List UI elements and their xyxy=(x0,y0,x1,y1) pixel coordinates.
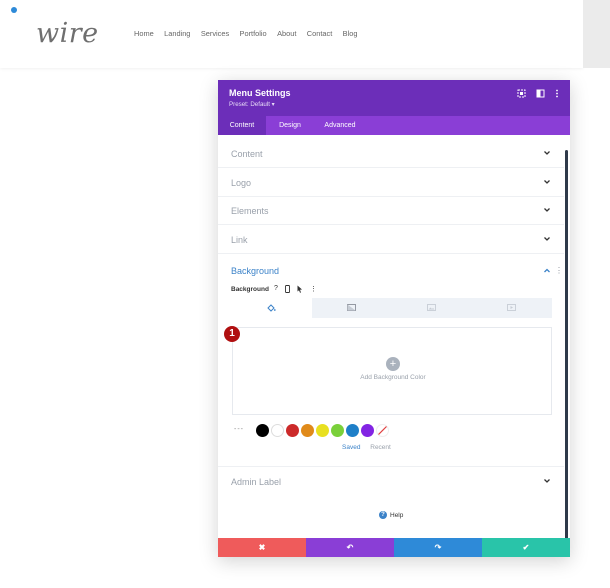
palette-tabs: Saved Recent xyxy=(342,444,391,451)
menu-settings-modal: Menu Settings Preset: Default ▾ Content … xyxy=(218,80,570,557)
chevron-down-icon xyxy=(544,479,550,483)
redo-button[interactable]: ↷ xyxy=(394,538,482,557)
field-more-icon[interactable]: ⋮ xyxy=(310,285,317,295)
site-nav: Home Landing Services Portfolio About Co… xyxy=(134,29,368,38)
cancel-button[interactable]: ✖ xyxy=(218,538,306,557)
modal-footer: ✖ ↶ ↷ ✔ xyxy=(218,538,570,557)
nav-home[interactable]: Home xyxy=(134,29,154,38)
plus-icon[interactable]: + xyxy=(386,357,400,371)
section-label: Elements xyxy=(231,206,269,216)
bg-tab-color[interactable] xyxy=(232,298,312,318)
section-elements[interactable]: Elements xyxy=(218,196,564,225)
help-link[interactable]: ? Help xyxy=(379,511,403,519)
nav-contact[interactable]: Contact xyxy=(307,29,332,38)
field-tools: ? ⋮ xyxy=(274,285,317,295)
tab-design[interactable]: Design xyxy=(266,116,314,135)
image-icon xyxy=(427,304,436,311)
help-circle-icon: ? xyxy=(379,511,387,519)
status-dot xyxy=(11,7,17,13)
chevron-down-icon xyxy=(544,208,550,212)
modal-header: Menu Settings Preset: Default ▾ xyxy=(218,80,570,116)
section-label: Admin Label xyxy=(231,477,282,487)
chevron-up-icon[interactable] xyxy=(542,266,552,276)
bg-tab-gradient[interactable] xyxy=(312,298,392,318)
split-view-icon[interactable] xyxy=(535,89,545,99)
section-options-icon[interactable]: ⋮ xyxy=(555,266,563,275)
section-logo[interactable]: Logo xyxy=(218,168,564,197)
nav-blog[interactable]: Blog xyxy=(343,29,358,38)
background-type-tabs xyxy=(232,298,552,318)
chevron-down-icon xyxy=(544,237,550,241)
nav-portfolio[interactable]: Portfolio xyxy=(240,29,267,38)
add-background-color-label: Add Background Color xyxy=(360,374,426,381)
fullscreen-icon[interactable] xyxy=(516,89,526,99)
color-picker-toggle[interactable]: --- xyxy=(234,426,244,433)
modal-body: Content Logo Elements Link Background ⋮ … xyxy=(218,135,570,540)
tab-saved[interactable]: Saved xyxy=(342,444,360,451)
modal-tabs: Content Design Advanced xyxy=(218,116,570,135)
nav-landing[interactable]: Landing xyxy=(164,29,190,38)
more-options-icon[interactable] xyxy=(552,89,562,99)
gradient-icon xyxy=(347,304,356,311)
swatch-white[interactable] xyxy=(271,424,284,437)
swatch-blue[interactable] xyxy=(346,424,359,437)
section-admin-label[interactable]: Admin Label xyxy=(218,466,564,495)
nav-services[interactable]: Services xyxy=(201,29,229,38)
site-logo[interactable]: wire xyxy=(36,18,99,49)
responsive-phone-icon[interactable] xyxy=(284,285,290,295)
modal-title: Menu Settings xyxy=(229,88,291,98)
help-label: Help xyxy=(390,511,404,519)
background-field-label: Background xyxy=(231,286,269,293)
scroll-gutter xyxy=(583,0,610,68)
help-question-icon[interactable]: ? xyxy=(274,285,278,295)
section-background-title[interactable]: Background xyxy=(231,266,279,276)
step-number-badge: 1 xyxy=(224,326,240,342)
swatch-orange[interactable] xyxy=(301,424,314,437)
add-background-color-area[interactable]: + Add Background Color xyxy=(232,327,552,415)
tab-advanced[interactable]: Advanced xyxy=(314,116,366,135)
tab-content[interactable]: Content xyxy=(218,116,266,135)
site-header: wire Home Landing Services Portfolio Abo… xyxy=(0,0,583,68)
tab-recent[interactable]: Recent xyxy=(370,444,391,451)
swatch-none-icon[interactable] xyxy=(376,424,389,437)
section-label: Content xyxy=(231,149,263,159)
chevron-down-icon xyxy=(544,180,550,184)
bg-tab-image[interactable] xyxy=(392,298,472,318)
swatch-red[interactable] xyxy=(286,424,299,437)
section-link[interactable]: Link xyxy=(218,225,564,254)
save-button[interactable]: ✔ xyxy=(482,538,570,557)
preset-dropdown[interactable]: Preset: Default ▾ xyxy=(229,101,275,108)
color-swatches xyxy=(256,424,389,437)
modal-scrollbar[interactable] xyxy=(565,150,568,542)
swatch-purple[interactable] xyxy=(361,424,374,437)
nav-about[interactable]: About xyxy=(277,29,296,38)
hover-cursor-icon[interactable] xyxy=(297,285,303,295)
section-label: Logo xyxy=(231,178,252,188)
section-label: Link xyxy=(231,235,248,245)
bg-tab-video[interactable] xyxy=(472,298,552,318)
section-content[interactable]: Content xyxy=(218,139,564,168)
video-icon xyxy=(507,304,516,311)
undo-button[interactable]: ↶ xyxy=(306,538,394,557)
swatch-yellow[interactable] xyxy=(316,424,329,437)
chevron-down-icon xyxy=(544,151,550,155)
swatch-black[interactable] xyxy=(256,424,269,437)
paint-bucket-icon xyxy=(267,304,276,312)
swatch-green[interactable] xyxy=(331,424,344,437)
